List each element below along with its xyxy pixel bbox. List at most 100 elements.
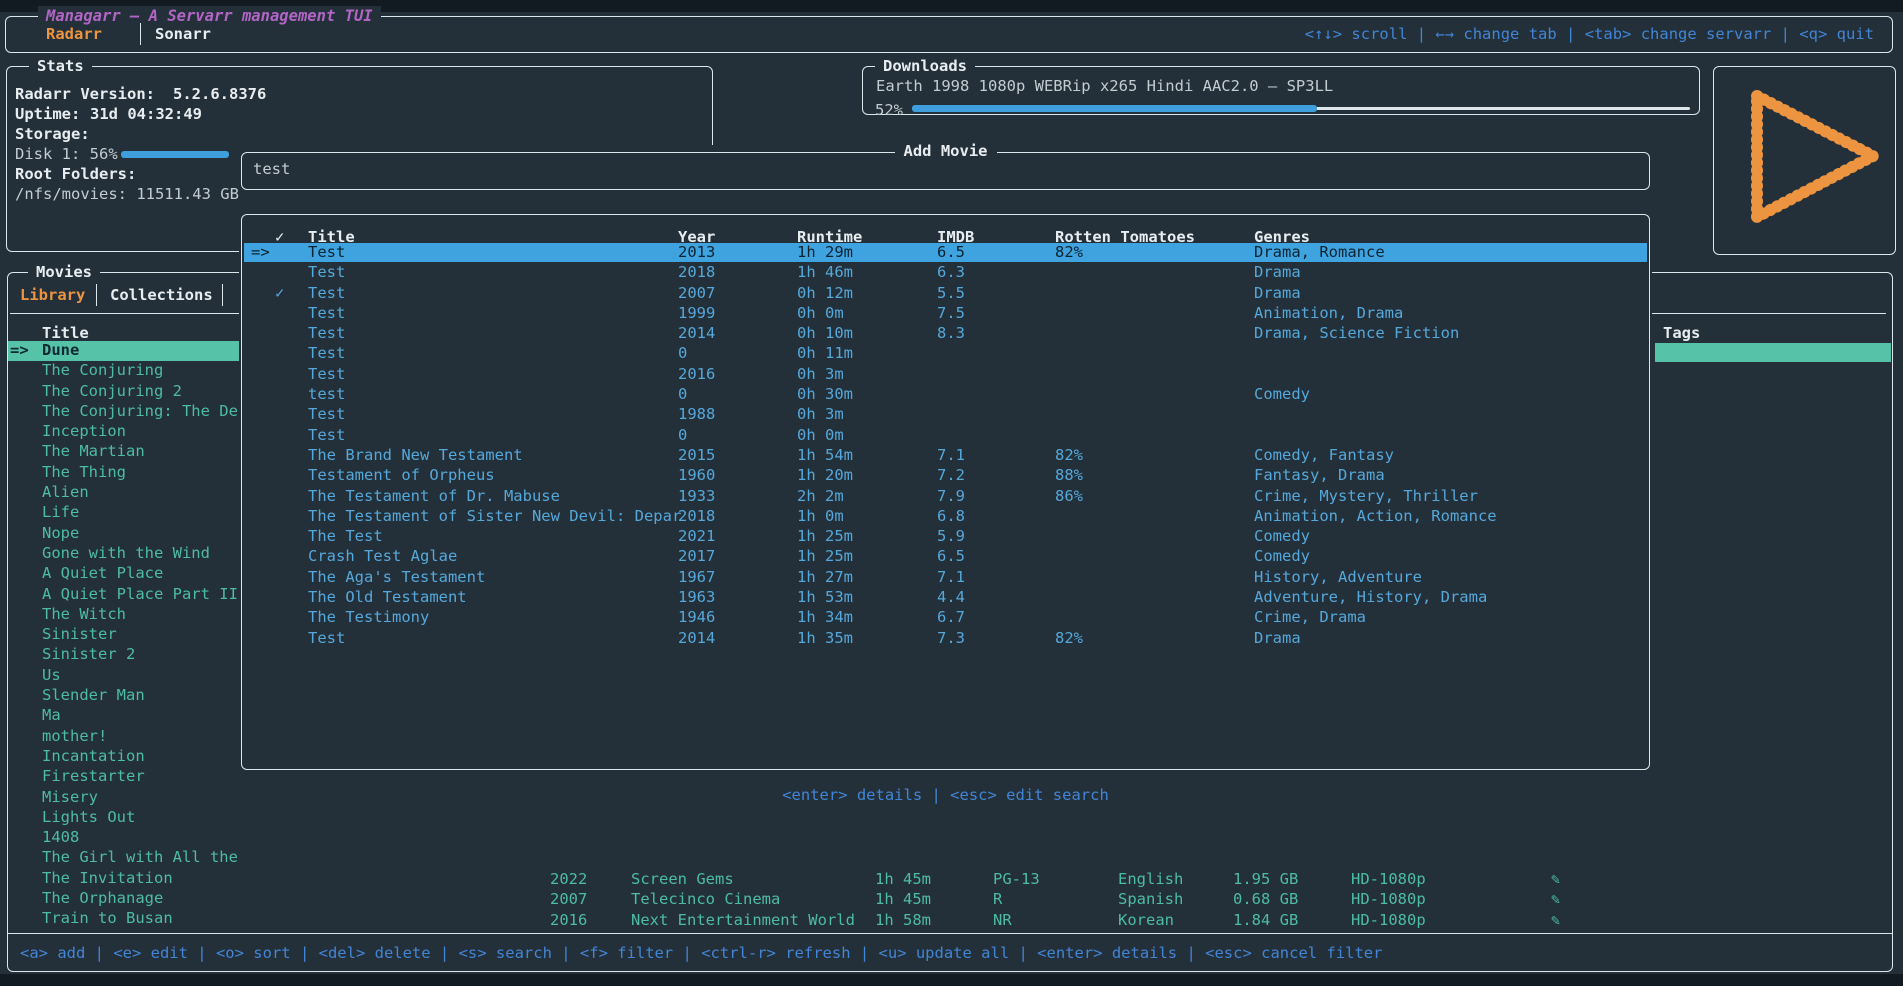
movie-result-row[interactable]: The Aga's Testament 1967 1h 27m 7.1 Hist… <box>242 568 1649 588</box>
movie-size: 0.68 GB <box>1233 890 1298 908</box>
result-imdb: 7.9 <box>937 487 965 505</box>
movie-quality: HD-1080p <box>1351 890 1426 908</box>
result-year: 1999 <box>678 304 715 322</box>
tab-collections[interactable]: Collections <box>110 286 213 304</box>
library-movie-item[interactable]: Nope <box>8 524 239 544</box>
result-year: 0 <box>678 385 687 403</box>
library-movie-item[interactable]: Alien <box>8 483 239 503</box>
result-runtime: 0h 30m <box>797 385 853 403</box>
result-imdb: 7.1 <box>937 568 965 586</box>
library-movie-item[interactable]: Sinister <box>8 625 239 645</box>
movie-result-row[interactable]: Crash Test Aglae 2017 1h 25m 6.5 Comedy <box>242 547 1649 567</box>
result-runtime: 1h 25m <box>797 547 853 565</box>
tab-radarr[interactable]: Radarr <box>46 25 102 43</box>
movie-result-row[interactable]: test 0 0h 30m Comedy <box>242 385 1649 405</box>
movie-studio: Telecinco Cinema <box>631 890 780 908</box>
library-movie-item[interactable]: => Dune <box>8 341 239 361</box>
result-title: Test <box>308 405 345 423</box>
result-year: 1960 <box>678 466 715 484</box>
library-movie-item[interactable]: The Witch <box>8 605 239 625</box>
root-folders-label: Root Folders: <box>15 165 136 183</box>
result-runtime: 1h 54m <box>797 446 853 464</box>
movie-result-row[interactable]: ✓ Test 2007 0h 12m 5.5 Drama <box>242 284 1649 304</box>
movie-certification: R <box>993 890 1002 908</box>
library-movie-item[interactable]: Gone with the Wind <box>8 544 239 564</box>
uptime-label: Uptime: <box>15 105 80 123</box>
library-table-row[interactable]: 2022 Screen Gems 1h 45m PG-13 English 1.… <box>0 870 1903 890</box>
result-year: 2018 <box>678 263 715 281</box>
result-title: Test <box>308 304 345 322</box>
movie-title: mother! <box>42 727 107 745</box>
library-movie-item[interactable]: The Conjuring: The De <box>8 402 239 422</box>
movie-result-row[interactable]: Test 2016 0h 3m <box>242 365 1649 385</box>
tab-sonarr[interactable]: Sonarr <box>155 25 211 43</box>
movie-title: The Conjuring <box>42 361 163 379</box>
library-movie-item[interactable]: Lights Out <box>8 808 239 828</box>
library-movie-item[interactable]: The Thing <box>8 463 239 483</box>
library-movie-item[interactable]: Firestarter <box>8 767 239 787</box>
movie-result-row[interactable]: Test 1999 0h 0m 7.5 Animation, Drama <box>242 304 1649 324</box>
movie-result-row[interactable]: Test 2018 1h 46m 6.3 Drama <box>242 263 1649 283</box>
movie-result-row[interactable]: The Testament of Sister New Devil: Depar… <box>242 507 1649 527</box>
library-movie-item[interactable]: The Conjuring <box>8 361 239 381</box>
result-title: The Old Testament <box>308 588 467 606</box>
app-title: Managarr – A Servarr management TUI <box>38 6 381 26</box>
added-check-icon: ✓ <box>275 284 284 302</box>
movie-result-row[interactable]: Test 0 0h 0m <box>242 426 1649 446</box>
result-year: 1988 <box>678 405 715 423</box>
library-table-row[interactable]: 2007 Telecinco Cinema 1h 45m R Spanish 0… <box>0 890 1903 910</box>
movie-title: Alien <box>42 483 89 501</box>
movie-result-row[interactable]: Test 2014 1h 35m 7.3 82% Drama <box>242 629 1649 649</box>
library-movie-item[interactable]: Sinister 2 <box>8 645 239 665</box>
library-movie-item[interactable]: Misery <box>8 788 239 808</box>
library-table-row[interactable]: 2016 Next Entertainment World 1h 58m NR … <box>0 911 1903 931</box>
library-movie-item[interactable]: Slender Man <box>8 686 239 706</box>
result-runtime: 0h 0m <box>797 426 844 444</box>
result-runtime: 1h 53m <box>797 588 853 606</box>
library-movie-item[interactable]: The Conjuring 2 <box>8 382 239 402</box>
movie-result-row[interactable]: => Test 2013 1h 29m 6.5 82% Drama, Roman… <box>242 243 1649 263</box>
movie-runtime: 1h 45m <box>875 870 931 888</box>
library-movie-item[interactable]: Incantation <box>8 747 239 767</box>
movie-runtime: 1h 45m <box>875 890 931 908</box>
result-imdb: 6.3 <box>937 263 965 281</box>
library-movie-item[interactable]: 1408 <box>8 828 239 848</box>
library-movie-item[interactable]: Inception <box>8 422 239 442</box>
movie-title: Us <box>42 666 61 684</box>
add-movie-search-input[interactable] <box>253 160 1633 178</box>
library-movie-item[interactable]: A Quiet Place <box>8 564 239 584</box>
library-movie-item[interactable]: The Martian <box>8 442 239 462</box>
result-genres: Drama, Science Fiction <box>1254 324 1459 342</box>
movie-result-row[interactable]: The Testimony 1946 1h 34m 6.7 Crime, Dra… <box>242 608 1649 628</box>
library-movie-list: => Dune The Conjuring The Conjuring 2 Th… <box>8 341 239 930</box>
movie-result-row[interactable]: Test 2014 0h 10m 8.3 Drama, Science Fict… <box>242 324 1649 344</box>
add-movie-modal: Add Movie ✓ Title Year Runtime IMDB Rott… <box>239 145 1652 866</box>
result-year: 2016 <box>678 365 715 383</box>
movie-result-row[interactable]: The Brand New Testament 2015 1h 54m 7.1 … <box>242 446 1649 466</box>
movie-result-row[interactable]: Test 1988 0h 3m <box>242 405 1649 425</box>
library-movie-item[interactable]: The Girl with All the <box>8 848 239 868</box>
result-title: Test <box>308 243 345 261</box>
version-value: 5.2.6.8376 <box>173 85 266 103</box>
movie-result-row[interactable]: Testament of Orpheus 1960 1h 20m 7.2 88%… <box>242 466 1649 486</box>
movie-result-row[interactable]: The Testament of Dr. Mabuse 1933 2h 2m 7… <box>242 487 1649 507</box>
movie-result-row[interactable]: Test 0 0h 11m <box>242 344 1649 364</box>
movie-result-row[interactable]: The Old Testament 1963 1h 53m 4.4 Advent… <box>242 588 1649 608</box>
movie-title: The Conjuring 2 <box>42 382 182 400</box>
library-movie-item[interactable]: mother! <box>8 727 239 747</box>
library-movie-item[interactable]: Ma <box>8 706 239 726</box>
result-year: 1963 <box>678 588 715 606</box>
tab-library[interactable]: Library <box>20 286 85 304</box>
disk-usage-label: Disk 1: 56% <box>15 145 118 163</box>
result-title: Test <box>308 263 345 281</box>
result-genres: Drama <box>1254 629 1301 647</box>
library-movie-item[interactable]: Us <box>8 666 239 686</box>
library-movie-item[interactable]: Life <box>8 503 239 523</box>
result-imdb: 5.9 <box>937 527 965 545</box>
tag-icon: ✎ <box>1551 911 1560 929</box>
result-title: The Brand New Testament <box>308 446 523 464</box>
movie-title: Incantation <box>42 747 145 765</box>
movie-result-row[interactable]: The Test 2021 1h 25m 5.9 Comedy <box>242 527 1649 547</box>
result-title: The Testament of Dr. Mabuse <box>308 487 560 505</box>
library-movie-item[interactable]: A Quiet Place Part II <box>8 585 239 605</box>
